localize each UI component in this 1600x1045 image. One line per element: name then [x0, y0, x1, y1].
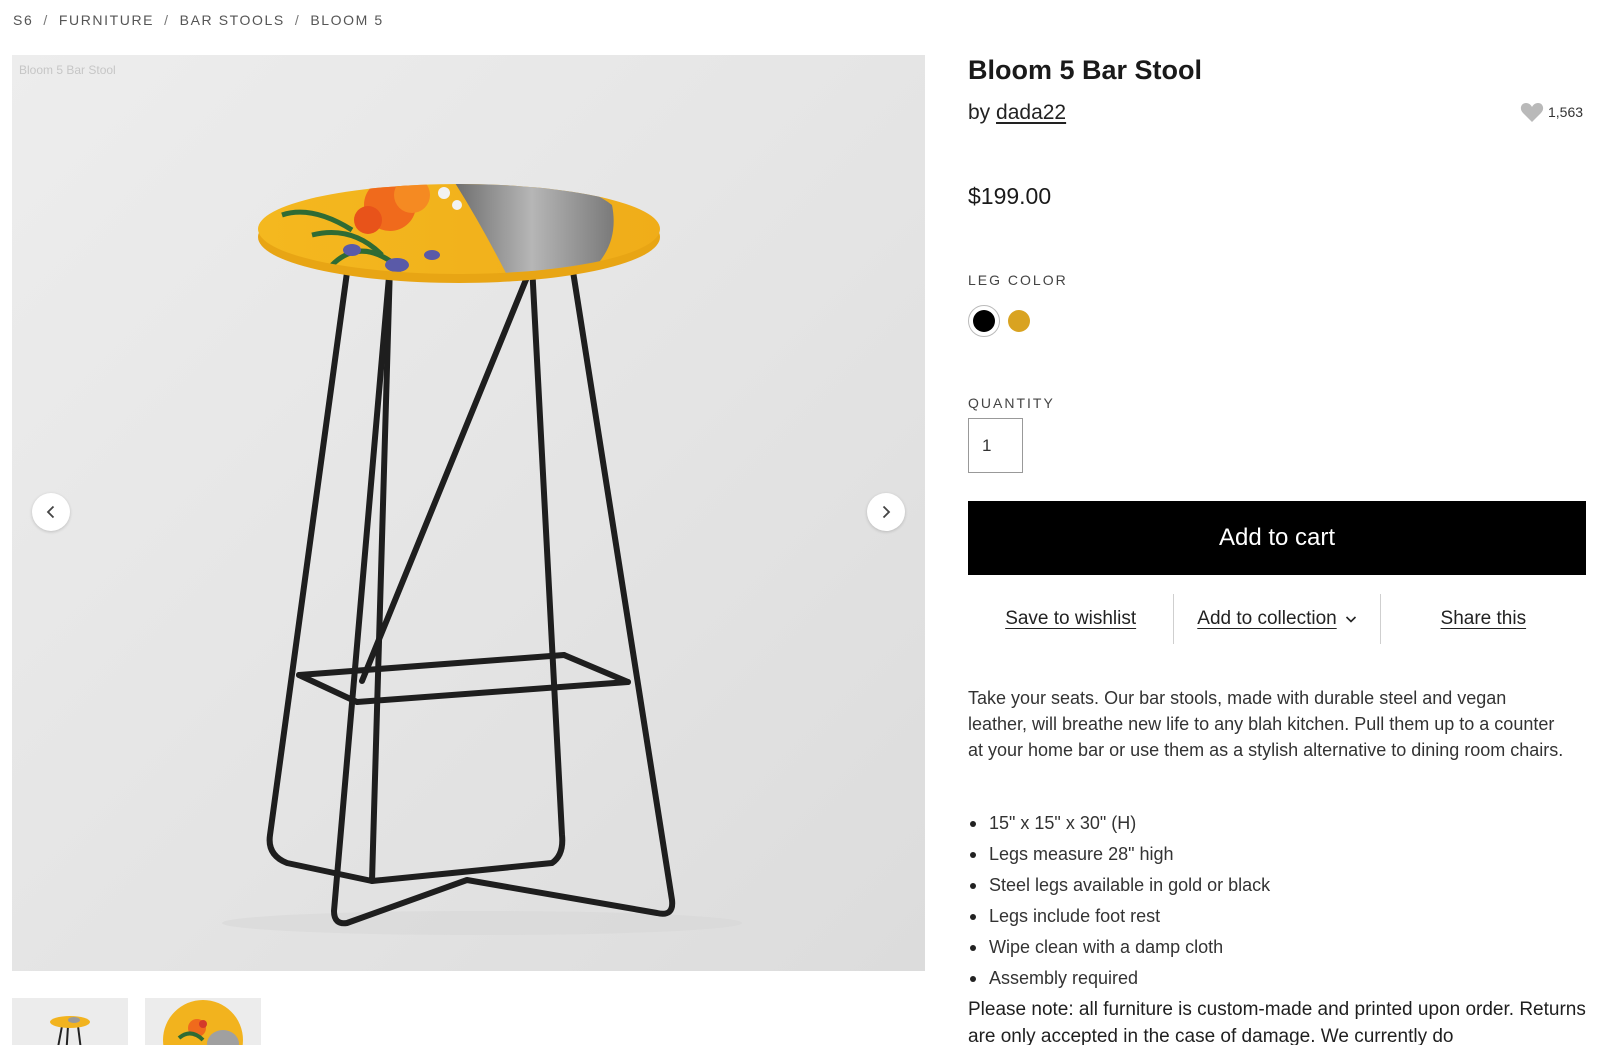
feature-item: Legs include foot rest — [968, 901, 1270, 932]
product-price: $199.00 — [968, 183, 1052, 209]
return-policy-note: Please note: all furniture is custom-mad… — [968, 999, 1586, 1045]
product-description: Take your seats. Our bar stools, made wi… — [968, 688, 1564, 760]
breadcrumb-item-s6[interactable]: S6 — [13, 12, 33, 28]
swatch-gold[interactable] — [1003, 305, 1035, 337]
feature-item: Assembly required — [968, 963, 1270, 994]
product-image-gallery[interactable]: Bloom 5 Bar Stool — [12, 55, 925, 971]
breadcrumb-separator: / — [294, 12, 301, 28]
feature-list: 15" x 15" x 30" (H) Legs measure 28" hig… — [968, 808, 1270, 994]
gallery-image-caption: Bloom 5 Bar Stool — [19, 63, 116, 77]
quantity-input[interactable] — [968, 418, 1023, 473]
artist-byline: by dada22 — [968, 101, 1066, 125]
thumbnail-image — [145, 998, 261, 1045]
leg-color-selector — [968, 305, 1035, 337]
feature-item: 15" x 15" x 30" (H) — [968, 808, 1270, 839]
swatch-gold-dot — [1008, 310, 1030, 332]
gallery-prev-button[interactable] — [32, 493, 70, 531]
thumbnail-seat-top[interactable] — [145, 998, 261, 1045]
heart-icon — [1520, 103, 1544, 122]
add-to-cart-button[interactable]: Add to cart — [968, 501, 1586, 575]
breadcrumb-separator: / — [164, 12, 170, 28]
feature-item: Legs measure 28" high — [968, 839, 1270, 870]
quantity-label: QUANTITY — [968, 395, 1055, 411]
breadcrumb-item-bar-stools[interactable]: BAR STOOLS — [180, 12, 285, 28]
gallery-next-button[interactable] — [867, 493, 905, 531]
by-label: by — [968, 101, 991, 124]
artist-link[interactable]: dada22 — [996, 101, 1066, 124]
chevron-down-icon — [1345, 608, 1357, 630]
feature-item: Wipe clean with a damp cloth — [968, 932, 1270, 963]
swatch-black[interactable] — [968, 305, 1000, 337]
add-to-collection-link[interactable]: Add to collection — [1174, 608, 1379, 630]
product-title: Bloom 5 Bar Stool — [968, 55, 1203, 85]
breadcrumb-item-furniture[interactable]: FURNITURE — [59, 12, 154, 28]
like-button[interactable]: 1,563 — [1520, 101, 1583, 123]
breadcrumb-item-current[interactable]: BLOOM 5 — [310, 12, 383, 28]
chevron-left-icon — [46, 505, 55, 519]
share-this-link[interactable]: Share this — [1381, 608, 1586, 630]
product-image-bar-stool — [222, 184, 742, 935]
product-actions: Save to wishlist Add to collection Share… — [968, 594, 1586, 644]
breadcrumb: S6 / FURNITURE / BAR STOOLS / BLOOM 5 — [13, 12, 384, 28]
swatch-black-dot — [973, 310, 995, 332]
like-count: 1,563 — [1548, 104, 1584, 120]
save-to-wishlist-link[interactable]: Save to wishlist — [968, 608, 1173, 630]
thumbnail-strip — [12, 998, 261, 1045]
chevron-right-icon — [882, 505, 891, 519]
add-to-collection-label: Add to collection — [1197, 608, 1337, 629]
feature-item: Steel legs available in gold or black — [968, 870, 1270, 901]
thumbnail-stool-front[interactable] — [12, 998, 128, 1045]
thumbnail-image — [12, 998, 128, 1045]
leg-color-label: LEG COLOR — [968, 272, 1068, 288]
breadcrumb-separator: / — [43, 12, 49, 28]
